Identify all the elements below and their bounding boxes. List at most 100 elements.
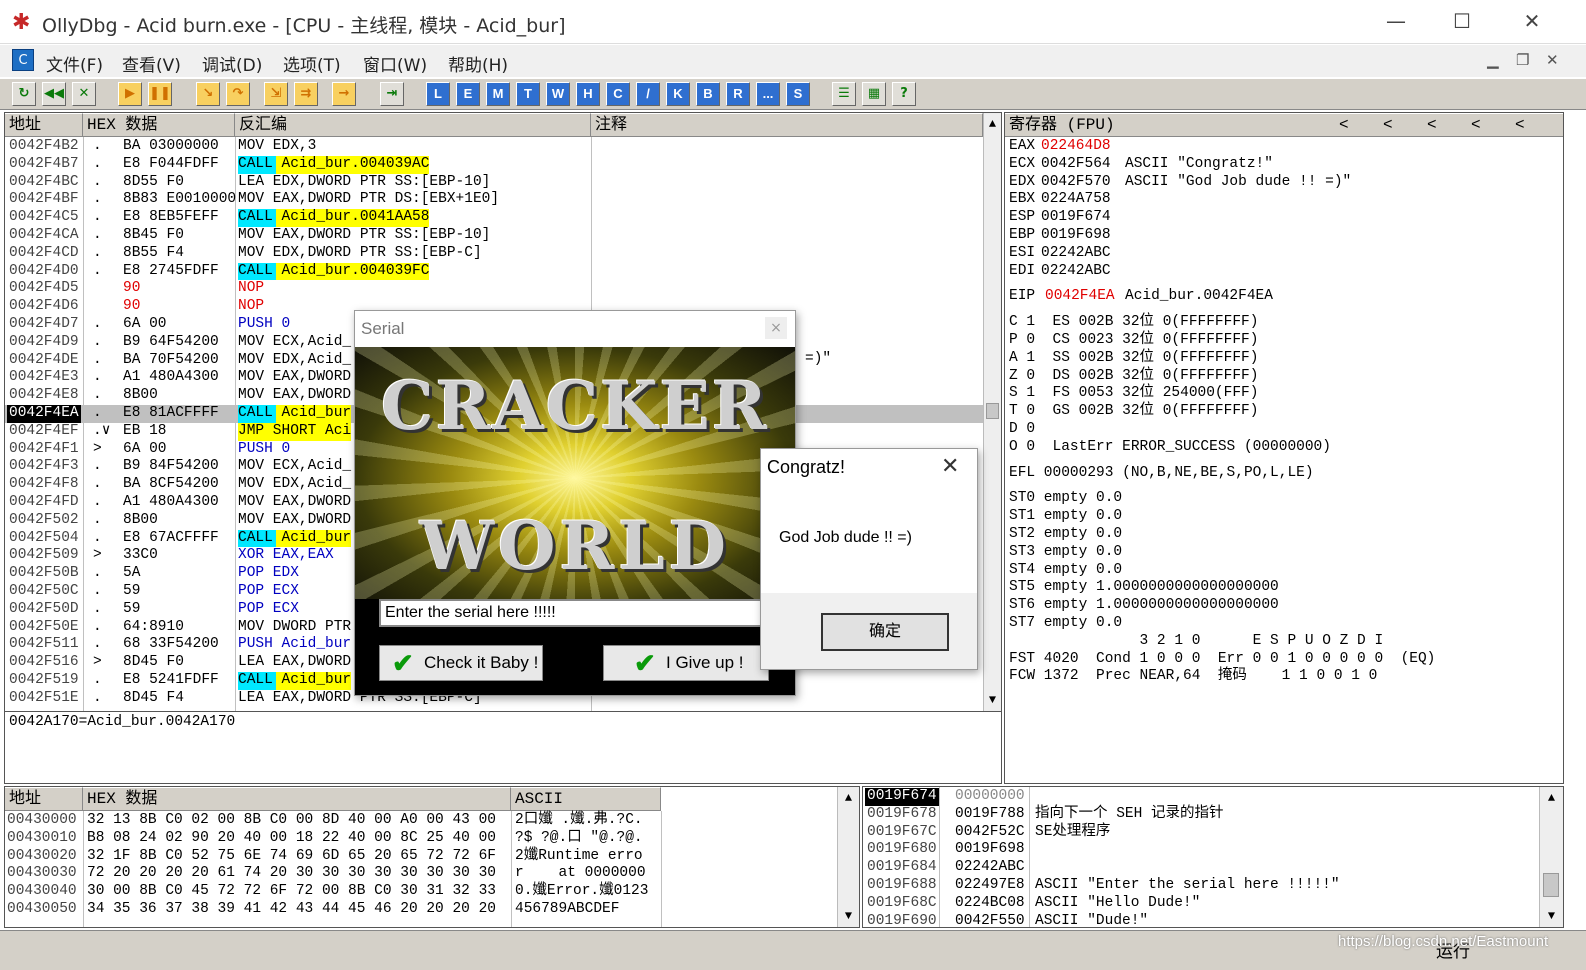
minimize-button[interactable]: — — [1376, 6, 1416, 36]
fpu-row[interactable]: ST4 empty 0.0 — [1009, 562, 1122, 580]
disasm-row[interactable]: 0042F4D5 90 NOP — [5, 280, 983, 298]
run-icon[interactable]: ▶ — [118, 82, 142, 106]
col-header-hex[interactable]: HEX 数据 — [83, 113, 235, 137]
dump-col-hex[interactable]: HEX 数据 — [83, 787, 511, 811]
flag-row[interactable]: Z 0 DS 002B 32位 0(FFFFFFFF) — [1009, 368, 1258, 386]
disasm-scroll-thumb[interactable] — [986, 403, 999, 419]
stack-address[interactable]: 0019F68C — [865, 895, 939, 913]
menu-debug[interactable]: 调试(D) — [202, 51, 262, 76]
help-icon[interactable]: ? — [892, 82, 916, 106]
threads-button[interactable]: T — [516, 82, 540, 106]
eip-value[interactable]: 0042F4EA — [1045, 288, 1115, 306]
disasm-row[interactable]: 0042F4C5. E8 8EB5FEFF CALL Acid_bur.0041AA… — [5, 209, 983, 227]
register-value[interactable]: 0019F674 — [1041, 209, 1111, 227]
dump-hex[interactable]: B8 08 24 02 90 20 40 00 18 22 40 00 8C 2… — [87, 830, 496, 848]
serial-close-button[interactable]: × — [765, 317, 787, 339]
stack-address[interactable]: 0019F680 — [865, 841, 939, 859]
flag-row[interactable]: C 1 ES 002B 32位 0(FFFFFFFF) — [1009, 314, 1258, 332]
log-window-button[interactable]: L — [426, 82, 450, 106]
flag-row[interactable]: P 0 CS 0023 32位 0(FFFFFFFF) — [1009, 332, 1258, 350]
fpu-row[interactable]: ST7 empty 0.0 — [1009, 615, 1122, 633]
disasm-scrollbar[interactable]: ▲ ▼ — [983, 113, 1001, 711]
check-it-baby-button[interactable]: ✔ Check it Baby ! — [379, 645, 543, 681]
register-value[interactable]: 02242ABC — [1041, 245, 1111, 263]
stack-scroll-thumb[interactable] — [1543, 873, 1559, 897]
disasm-row[interactable]: 0042F4CD. 8B55 F4 MOV EDX,DWORD PTR SS:[EB… — [5, 245, 983, 263]
go-to-icon[interactable]: ⇥ — [380, 82, 404, 106]
register-value[interactable]: 0042F564 — [1041, 156, 1111, 174]
stack-address[interactable]: 0019F690 — [865, 913, 939, 927]
flag-row[interactable]: S 1 FS 0053 32位 254000(FFF) — [1009, 385, 1258, 403]
disasm-row[interactable]: 0042F4BF. 8B83 E0010000 MOV EAX,DWORD PTR … — [5, 191, 983, 209]
mdi-minimize-icon[interactable]: ▁ — [1487, 51, 1499, 69]
dump-scroll-down-icon[interactable]: ▼ — [838, 909, 859, 923]
stack-scroll-down-icon[interactable]: ▼ — [1540, 909, 1563, 923]
menu-view[interactable]: 查看(V) — [122, 51, 181, 76]
fpu-row[interactable]: ST2 empty 0.0 — [1009, 526, 1122, 544]
dump-col-ascii[interactable]: ASCII — [511, 787, 661, 811]
disasm-row[interactable]: 0042F4BC. 8D55 F0 LEA EDX,DWORD PTR SS:[EB… — [5, 174, 983, 192]
dump-hex[interactable]: 72 20 20 20 20 61 74 20 30 30 30 30 30 3… — [87, 865, 496, 883]
dump-scroll-up-icon[interactable]: ▲ — [838, 791, 859, 805]
disasm-row[interactable]: 0042F4B2. BA 03000000 MOV EDX,3 — [5, 138, 983, 156]
close-process-icon[interactable]: ✕ — [72, 82, 96, 106]
stack-scrollbar[interactable]: ▲ ▼ — [1539, 787, 1563, 927]
memory-button[interactable]: M — [486, 82, 510, 106]
fpu-row[interactable]: ST3 empty 0.0 — [1009, 544, 1122, 562]
fpu-row[interactable]: ST6 empty 1.0000000000000000000 — [1009, 597, 1279, 615]
reg-arrow-2[interactable]: < — [1383, 114, 1393, 136]
menu-file[interactable]: 文件(F) — [46, 51, 103, 76]
fpu-row[interactable]: ST0 empty 0.0 — [1009, 490, 1122, 508]
appearance-icon[interactable]: ▦ — [862, 82, 886, 106]
fst-row[interactable]: FST 4020 Cond 1 0 0 0 Err 0 0 1 0 0 0 0 … — [1009, 651, 1435, 669]
stack-address[interactable]: 0019F688 — [865, 877, 939, 895]
scroll-down-icon[interactable]: ▼ — [984, 693, 1001, 707]
disasm-row[interactable]: 0042F4CA. 8B45 F0 MOV EAX,DWORD PTR SS:[EB… — [5, 227, 983, 245]
stack-scroll-up-icon[interactable]: ▲ — [1540, 791, 1563, 805]
list-icon[interactable]: ☰ — [832, 82, 856, 106]
reg-arrow-4[interactable]: < — [1471, 114, 1481, 136]
run-trace-button[interactable]: ... — [756, 82, 780, 106]
stack-address[interactable]: 0019F684 — [865, 859, 939, 877]
col-header-address[interactable]: 地址 — [5, 113, 83, 137]
modules-button[interactable]: E — [456, 82, 480, 106]
register-value[interactable]: 0042F570 — [1041, 174, 1111, 192]
dump-col-address[interactable]: 地址 — [5, 787, 83, 811]
step-into-icon[interactable]: ↘ — [196, 82, 220, 106]
step-over-icon[interactable]: ↷ — [226, 82, 250, 106]
patches-button[interactable]: / — [636, 82, 660, 106]
trace-over-icon[interactable]: ⇉ — [294, 82, 318, 106]
call-stack-button[interactable]: K — [666, 82, 690, 106]
flag-row[interactable]: T 0 GS 002B 32位 0(FFFFFFFF) — [1009, 403, 1258, 421]
ok-button[interactable]: 确定 — [821, 613, 949, 651]
dump-hex[interactable]: 32 13 8B C0 02 00 8B C0 00 8D 40 00 A0 0… — [87, 812, 496, 830]
menu-help[interactable]: 帮助(H) — [448, 51, 508, 76]
msgbox-close-button[interactable]: ✕ — [941, 453, 959, 479]
give-up-button[interactable]: ✔ I Give up ! — [603, 645, 769, 681]
windows-button[interactable]: W — [546, 82, 570, 106]
scroll-up-icon[interactable]: ▲ — [984, 117, 1001, 131]
register-value[interactable]: 0019F698 — [1041, 227, 1111, 245]
close-button[interactable]: ✕ — [1512, 6, 1552, 36]
handles-button[interactable]: H — [576, 82, 600, 106]
mdi-close-icon[interactable]: ✕ — [1546, 51, 1559, 69]
fcw-row[interactable]: FCW 1372 Prec NEAR,64 掩码 1 1 0 0 1 0 — [1009, 668, 1377, 686]
menu-window[interactable]: 窗口(W) — [363, 51, 427, 76]
reg-arrow-5[interactable]: < — [1515, 114, 1525, 136]
trace-into-icon[interactable]: ⇲ — [264, 82, 288, 106]
dump-hex[interactable]: 32 1F 8B C0 52 75 6E 74 69 6D 65 20 65 7… — [87, 848, 496, 866]
register-value[interactable]: 022464D8 — [1041, 138, 1111, 156]
dump-hex[interactable]: 30 00 8B C0 45 72 72 6F 72 00 8B C0 30 3… — [87, 883, 496, 901]
references-button[interactable]: R — [726, 82, 750, 106]
open-icon[interactable]: ↻ — [12, 82, 36, 106]
menu-options[interactable]: 选项(T) — [283, 51, 341, 76]
pause-icon[interactable]: ❚❚ — [148, 82, 172, 106]
fpu-row[interactable]: ST1 empty 0.0 — [1009, 508, 1122, 526]
flag-row[interactable]: O 0 LastErr ERROR_SUCCESS (00000000) — [1009, 439, 1331, 457]
mdi-restore-icon[interactable]: ❐ — [1516, 51, 1529, 69]
disasm-row[interactable]: 0042F4D0. E8 2745FDFF CALL Acid_bur.004039… — [5, 262, 983, 281]
serial-input[interactable]: Enter the serial here !!!!! — [379, 599, 771, 627]
register-value[interactable]: 02242ABC — [1041, 263, 1111, 281]
flag-row[interactable]: A 1 SS 002B 32位 0(FFFFFFFF) — [1009, 350, 1258, 368]
stack-address[interactable]: 0019F678 — [865, 806, 939, 824]
